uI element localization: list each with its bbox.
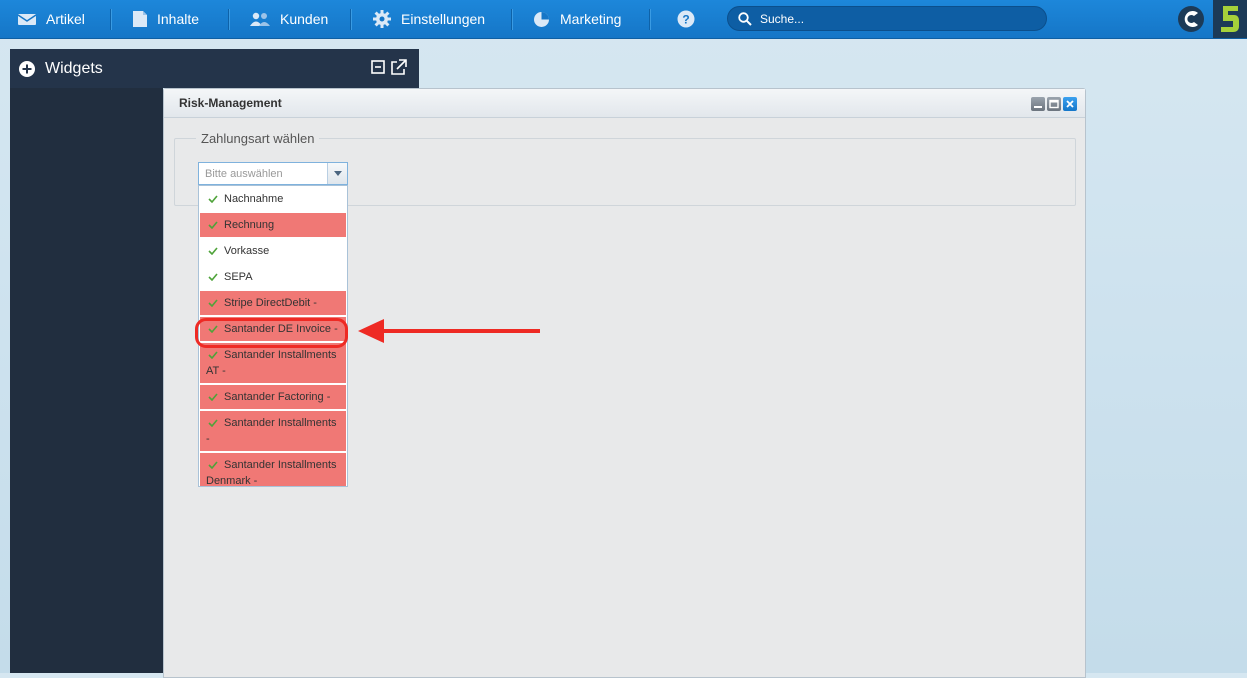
- nav-einstellungen[interactable]: Einstellungen: [373, 0, 485, 38]
- chevron-down-icon: [333, 171, 342, 176]
- nav-divider: [649, 9, 650, 30]
- payment-method-dropdown: Nachnahme Rechnung Vorkasse SEPA Stripe …: [198, 185, 348, 487]
- option-label: Santander DE Invoice -: [224, 323, 338, 335]
- option-vorkasse[interactable]: Vorkasse: [200, 239, 346, 263]
- option-label: Santander Installments -: [206, 417, 337, 445]
- option-label: Nachnahme: [224, 193, 284, 205]
- shopware-logo-icon: [1178, 6, 1204, 32]
- nav-divider: [228, 9, 229, 30]
- check-icon: [208, 299, 218, 307]
- option-stripe-directdebit[interactable]: Stripe DirectDebit -: [200, 291, 346, 315]
- window-title: Risk-Management: [179, 96, 282, 110]
- check-icon: [208, 221, 218, 229]
- content-icon: [133, 11, 147, 27]
- option-label: Santander Factoring -: [224, 391, 331, 403]
- window-maximize-button[interactable]: [1047, 97, 1061, 111]
- option-nachnahme[interactable]: Nachnahme: [200, 187, 346, 211]
- payment-method-input[interactable]: [199, 163, 327, 184]
- check-icon: [208, 273, 218, 281]
- nav-label: Marketing: [560, 11, 622, 27]
- svg-text:?: ?: [682, 13, 689, 27]
- nav-marketing[interactable]: Marketing: [533, 0, 621, 38]
- check-icon: [208, 247, 218, 255]
- option-rechnung[interactable]: Rechnung: [200, 213, 346, 237]
- add-widget-icon[interactable]: [19, 60, 35, 77]
- annotation-arrow-icon: [358, 319, 540, 343]
- nav-divider: [110, 9, 111, 30]
- option-santander-de-invoice[interactable]: Santander DE Invoice -: [200, 317, 346, 341]
- widgets-panel-header: Widgets: [10, 49, 419, 88]
- option-label: SEPA: [224, 271, 253, 283]
- nav-label: Kunden: [280, 11, 329, 27]
- check-icon: [208, 419, 218, 427]
- maximize-icon: [1049, 99, 1059, 109]
- option-label: Rechnung: [224, 219, 275, 231]
- combo-trigger-button[interactable]: [327, 163, 347, 184]
- check-icon: [208, 195, 218, 203]
- search-icon: [738, 11, 752, 26]
- check-icon: [208, 461, 218, 469]
- fieldset-legend: Zahlungsart wählen: [196, 131, 320, 146]
- top-navigation-bar: Artikel Inhalte Kunden Einstellungen Mar…: [0, 0, 1247, 39]
- nav-artikel[interactable]: Artikel: [18, 0, 85, 38]
- option-santander-installments-denmark[interactable]: Santander Installments Denmark -: [200, 453, 346, 487]
- nav-label: Inhalte: [157, 11, 200, 27]
- payment-method-combobox[interactable]: [198, 162, 348, 185]
- window-title-bar[interactable]: Risk-Management: [164, 89, 1085, 118]
- option-label: Vorkasse: [224, 245, 270, 257]
- gear-icon: [373, 10, 391, 28]
- check-icon: [208, 325, 218, 333]
- nav-label: Artikel: [46, 11, 85, 27]
- shopware-logo: [1177, 5, 1205, 36]
- nav-divider: [511, 9, 512, 30]
- widgets-title: Widgets: [45, 59, 103, 77]
- help-button[interactable]: ?: [677, 0, 705, 38]
- option-label: Santander Installments AT -: [206, 349, 337, 377]
- nav-inhalte[interactable]: Inhalte: [133, 0, 199, 38]
- option-label: Stripe DirectDebit -: [224, 297, 317, 309]
- customers-icon: [250, 12, 270, 26]
- search-input[interactable]: [760, 11, 1030, 26]
- version-5-icon: [1221, 6, 1239, 32]
- option-santander-installments-at[interactable]: Santander Installments AT -: [200, 343, 346, 383]
- widgets-panel: [10, 88, 163, 673]
- check-icon: [208, 393, 218, 401]
- option-santander-installments[interactable]: Santander Installments -: [200, 411, 346, 451]
- pie-chart-icon: [534, 11, 549, 27]
- option-sepa[interactable]: SEPA: [200, 265, 346, 289]
- external-link-icon[interactable]: [390, 59, 407, 76]
- option-label: Santander Installments Denmark -: [206, 459, 337, 487]
- window-minimize-button[interactable]: [1031, 97, 1045, 111]
- nav-divider: [350, 9, 351, 30]
- minimize-widgets-icon[interactable]: [371, 59, 386, 74]
- shopware-5-badge: [1213, 0, 1247, 38]
- help-icon: ?: [677, 10, 695, 28]
- minimize-icon: [1034, 106, 1042, 108]
- window-close-button[interactable]: [1063, 97, 1077, 111]
- check-icon: [208, 351, 218, 359]
- risk-management-window: Risk-Management Zahlungsart wählen Nachn…: [163, 88, 1086, 678]
- option-santander-factoring[interactable]: Santander Factoring -: [200, 385, 346, 409]
- search-box[interactable]: [727, 6, 1047, 31]
- nav-kunden[interactable]: Kunden: [250, 0, 328, 38]
- close-icon: [1066, 100, 1074, 108]
- nav-label: Einstellungen: [401, 11, 486, 27]
- article-icon: [18, 14, 36, 25]
